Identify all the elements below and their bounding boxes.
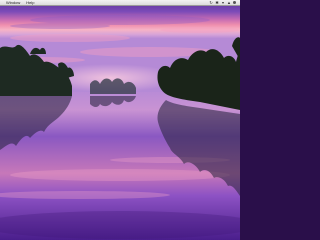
volume-icon[interactable]: ▲ — [227, 0, 231, 5]
wallpaper-lake-sunset — [0, 0, 240, 240]
wifi-icon[interactable]: ▾ — [221, 0, 225, 5]
status-area: ↻ ✱ ▾ ▲ — [209, 0, 240, 5]
menu-window[interactable]: Window — [0, 0, 23, 5]
bluetooth-icon[interactable]: ✱ — [215, 0, 219, 5]
menu-help[interactable]: Help — [23, 0, 37, 5]
menu-bar: Window Help ↻ ✱ ▾ ▲ — [0, 0, 240, 6]
battery-icon[interactable] — [233, 1, 236, 4]
sync-icon[interactable]: ↻ — [209, 0, 213, 5]
desktop: Window Help ↻ ✱ ▾ ▲ — [0, 0, 240, 240]
